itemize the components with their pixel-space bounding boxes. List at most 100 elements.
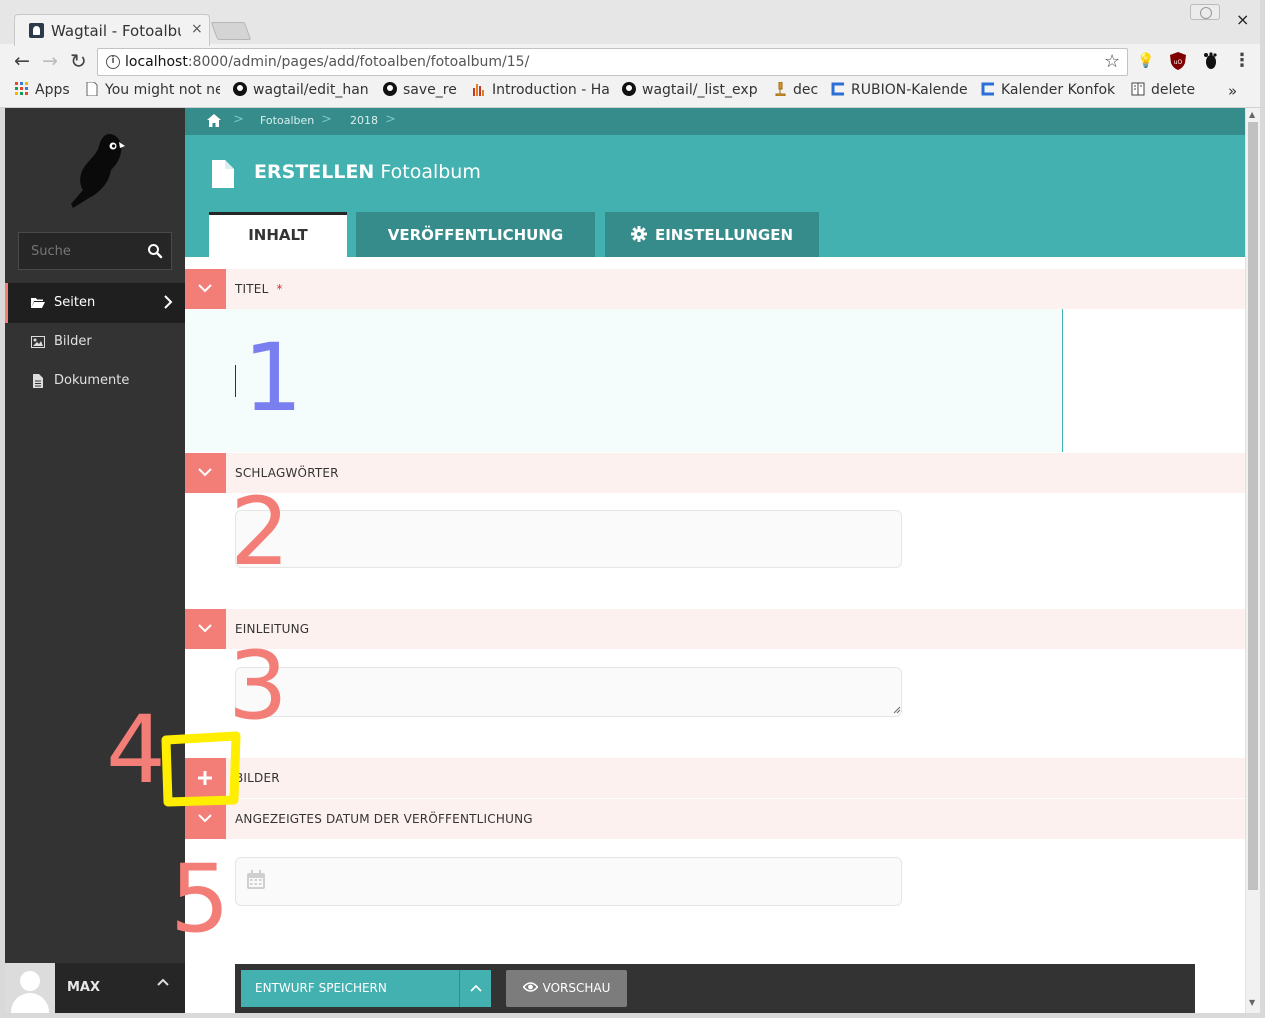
text-caret xyxy=(235,365,236,397)
home-icon[interactable] xyxy=(207,114,221,127)
title-input[interactable] xyxy=(237,329,1037,429)
document-icon xyxy=(33,374,43,388)
field-header-datum: ANGEZEIGTES DATUM DER VERÖFFENTLICHUNG xyxy=(185,799,1245,839)
lightbulb-extension-icon[interactable]: 💡 xyxy=(1137,52,1155,70)
field-label-datum: ANGEZEIGTES DATUM DER VERÖFFENTLICHUNG xyxy=(235,812,533,826)
annotation-number-4: 4 xyxy=(106,696,166,805)
field-header-schlagwoerter: SCHLAGWÖRTER xyxy=(185,453,1245,493)
scrollbar-thumb[interactable] xyxy=(1248,122,1258,890)
sidebar-item-dokumente[interactable]: Dokumente xyxy=(5,361,185,401)
collapse-toggle-schlagwoerter[interactable] xyxy=(185,453,226,493)
scroll-down-arrow-icon[interactable]: ▼ xyxy=(1249,998,1255,1007)
date-input[interactable] xyxy=(235,857,902,906)
more-actions-button[interactable] xyxy=(459,970,491,1007)
bookmark-delete[interactable]: delete xyxy=(1131,82,1195,98)
sidebar-search xyxy=(18,232,172,270)
search-icon[interactable] xyxy=(147,243,163,259)
window-close-icon[interactable]: × xyxy=(1236,10,1249,29)
sidebar-item-seiten[interactable]: Seiten xyxy=(5,283,185,323)
window-frame-bottom xyxy=(0,1013,1265,1018)
menu-kebab-icon[interactable]: ⋮ xyxy=(1233,52,1251,70)
chevron-up-icon xyxy=(470,984,482,992)
bookmark-wagtail-list-exp[interactable]: wagtail/_list_exp xyxy=(622,82,759,98)
collapse-toggle-einleitung[interactable] xyxy=(185,609,226,649)
chevron-down-icon xyxy=(198,468,212,477)
bookmark-introduction-ha[interactable]: Introduction - Ha xyxy=(472,82,609,98)
new-tab-button[interactable] xyxy=(210,22,252,40)
microscope-icon xyxy=(775,82,786,96)
tab-veroeffentlichung[interactable]: VERÖFFENTLICHUNG xyxy=(356,212,595,257)
page-title: ERSTELLEN Fotoalbum xyxy=(254,161,481,183)
wagtail-favicon-icon xyxy=(29,23,44,38)
resize-grip-icon[interactable] xyxy=(893,706,901,714)
reload-icon[interactable]: ↻ xyxy=(70,50,87,72)
calendar-icon[interactable] xyxy=(246,870,266,890)
back-icon[interactable]: ← xyxy=(14,50,30,72)
tab-inhalt[interactable]: INHALT xyxy=(209,212,347,257)
field-label-titel: TITEL * xyxy=(235,282,283,296)
sidebar: Seiten Bilder Dokumente MAX xyxy=(5,108,185,1018)
gnome-extension-icon[interactable] xyxy=(1201,52,1219,70)
preview-label: VORSCHAU xyxy=(542,981,611,995)
preview-button[interactable]: VORSCHAU xyxy=(506,970,627,1007)
browser-chrome: Wagtail - Fotoalbum × × ← → ↻ i localhos… xyxy=(0,0,1265,108)
tab-einstellungen-label: EINSTELLUNGEN xyxy=(654,226,794,244)
breadcrumb-item[interactable]: Fotoalben xyxy=(260,114,314,127)
bookmark-apps[interactable]: Apps xyxy=(15,82,70,98)
field-label-text: TITEL xyxy=(235,282,269,296)
profile-icon[interactable] xyxy=(1190,4,1220,20)
breadcrumb-separator: > xyxy=(233,112,244,127)
account-menu[interactable]: MAX xyxy=(5,963,185,1018)
tags-input[interactable] xyxy=(235,510,902,568)
sidebar-item-label: Seiten xyxy=(54,295,96,310)
breadcrumb-item[interactable]: 2018 xyxy=(350,114,378,127)
browser-tab[interactable]: Wagtail - Fotoalbum × xyxy=(14,14,210,46)
forward-icon[interactable]: → xyxy=(42,50,58,72)
annotation-number-5: 5 xyxy=(170,845,230,954)
page-scrollbar[interactable]: ▲ ▼ xyxy=(1245,108,1260,1013)
save-draft-button[interactable]: ENTWURF SPEICHERN xyxy=(241,970,459,1007)
bookmark-you-might-not[interactable]: You might not ne xyxy=(85,82,220,98)
bookmark-label: save_re xyxy=(403,82,457,98)
eye-icon xyxy=(522,982,538,992)
sidebar-item-bilder[interactable]: Bilder xyxy=(5,322,185,362)
gear-icon xyxy=(630,226,647,242)
bookmark-label: Kalender Konfok xyxy=(1001,82,1116,98)
info-icon[interactable]: i xyxy=(106,55,120,69)
footer-action-bar: ENTWURF SPEICHERN VORSCHAU xyxy=(235,964,1195,1018)
main-content: > Fotoalben > 2018 > ERSTELLEN Fotoalbum… xyxy=(185,108,1245,1018)
tab-strip: Wagtail - Fotoalbum × × xyxy=(0,0,1265,46)
bookmark-wagtail-edit-han[interactable]: wagtail/edit_han xyxy=(233,82,369,98)
bookmark-kalender-konfok[interactable]: Kalender Konfok xyxy=(981,82,1118,98)
breadcrumb: > Fotoalben > 2018 > xyxy=(185,108,1245,135)
bookmark-save-re[interactable]: save_re xyxy=(383,82,457,98)
page-header: ERSTELLEN Fotoalbum INHALT VERÖFFENTLICH… xyxy=(185,135,1245,257)
sidebar-item-label: Dokumente xyxy=(54,373,130,388)
account-name: MAX xyxy=(67,980,101,995)
page-title-action: ERSTELLEN xyxy=(254,161,375,183)
bookmark-label: wagtail/_list_exp xyxy=(642,82,758,98)
breadcrumb-separator: > xyxy=(385,112,396,127)
bookmarks-overflow-icon[interactable]: » xyxy=(1228,82,1237,100)
bookmark-star-icon[interactable]: ☆ xyxy=(1104,51,1120,72)
book-icon xyxy=(1131,82,1145,96)
tab-close-icon[interactable]: × xyxy=(191,21,203,37)
intro-textarea[interactable] xyxy=(235,667,902,717)
bookmark-dec[interactable]: dec xyxy=(773,82,818,98)
ublock-icon[interactable]: uO xyxy=(1169,52,1187,70)
address-bar[interactable]: i localhost:8000/admin/pages/add/fotoalb… xyxy=(97,48,1128,76)
chevron-up-icon[interactable] xyxy=(157,977,169,987)
wagtail-logo-icon[interactable] xyxy=(65,130,125,210)
annotation-number-1: 1 xyxy=(243,324,303,433)
annotation-highlight-box xyxy=(161,731,241,807)
scroll-up-arrow-icon[interactable]: ▲ xyxy=(1249,110,1255,119)
breadcrumb-separator: > xyxy=(321,112,332,127)
tab-einstellungen[interactable]: EINSTELLUNGEN xyxy=(605,212,819,257)
bookmarks-bar: Apps You might not ne wagtail/edit_han s… xyxy=(0,80,1265,104)
bookmark-rubion-kalender[interactable]: RUBION-Kalende xyxy=(831,82,968,98)
chevron-down-icon xyxy=(198,284,212,293)
avatar xyxy=(5,963,55,1013)
field-header-titel: TITEL * xyxy=(185,269,1245,309)
collapse-toggle-titel[interactable] xyxy=(185,269,226,309)
search-input[interactable] xyxy=(19,233,139,269)
